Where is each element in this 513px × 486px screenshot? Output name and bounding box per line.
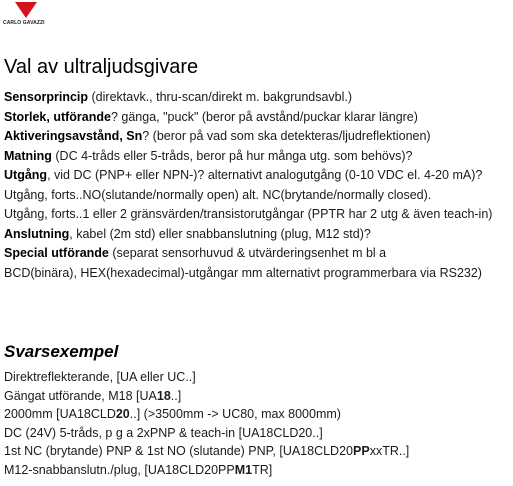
question-line: Sensorprincip (direktavk., thru-scan/dir… [4,88,512,108]
question-line: Matning (DC 4-tråds eller 5-tråds, beror… [4,147,512,167]
question-text: BCD(binära), HEX(hexadecimal)-utgångar m… [4,265,482,280]
question-line: Utgång, vid DC (PNP+ eller NPN-)? altern… [4,166,512,186]
example-text: ..] [170,388,182,403]
examples-heading: Svarsexempel [4,342,119,361]
example-text: ..] (>3500mm -> UC80, max 8000mm) [129,407,341,422]
question-text: , kabel (2m std) eller snabbanslutning (… [69,226,371,241]
example-text: 1st NC (brytande) PNP & 1st NO (slutande… [4,444,353,459]
question-keyword: Anslutning [4,226,70,241]
logo-text: CARLO GAVAZZI [3,20,45,26]
example-line: M12-snabbanslutn./plug, [UA18CLD20PPM1TR… [4,461,512,480]
question-line: Anslutning, kabel (2m std) eller snabban… [4,225,512,245]
example-highlight: 20 [115,407,130,422]
example-text: 2000mm [UA18CLD [4,407,116,422]
example-text: Gängat utförande, M18 [UA [4,388,157,403]
example-highlight: PP [353,444,370,459]
example-line: Direktreflekterande, [UA eller UC..] [4,368,512,387]
question-keyword: Utgång [4,168,48,182]
question-keyword: Aktiveringsavstånd, Sn [4,129,143,143]
example-highlight: 18 [156,388,171,403]
question-text: (DC 4-tråds eller 5-tråds, beror på hur … [51,148,413,163]
question-keyword: Sensorprincip [4,90,89,104]
question-text: (direktavk., thru-scan/direkt m. bakgrun… [88,90,353,104]
question-text: Utgång, forts..NO(slutande/normally open… [4,187,432,202]
question-text: ? gänga, "puck" (beror på avstånd/puckar… [110,109,418,124]
question-text: Utgång, forts..1 eller 2 gränsvärden/tra… [4,207,493,221]
example-text: Direktreflekterande, [UA eller UC..] [4,370,196,384]
example-line: 1st NC (brytande) PNP & 1st NO (slutande… [4,442,512,461]
logo-triangle-icon [15,2,37,18]
question-line: Utgång, forts..NO(slutande/normally open… [4,186,512,206]
carlo-gavazzi-logo: CARLO GAVAZZI [3,2,47,30]
question-text: ? (beror på vad som ska detekteras/ljudr… [142,129,431,143]
page-title: Val av ultraljudsgivare [4,56,199,78]
examples-list: Direktreflekterande, [UA eller UC..] Gäng… [4,368,512,480]
example-text: M12-snabbanslutn./plug, [UA18CLD20PP [4,462,235,477]
question-keyword: Special utförande [4,246,109,260]
question-line: Storlek, utförande? gänga, "puck" (beror… [4,108,512,128]
question-line: Utgång, forts..1 eller 2 gränsvärden/tra… [4,205,512,225]
question-keyword: Matning [4,148,52,163]
example-line: Gängat utförande, M18 [UA18..] [4,387,512,406]
question-line: Aktiveringsavstånd, Sn? (beror på vad so… [4,127,512,147]
example-text: TR] [252,462,273,477]
example-highlight: M1 [234,462,253,477]
question-line: Special utförande (separat sensorhuvud &… [4,244,512,264]
question-list: Sensorprincip (direktavk., thru-scan/dir… [4,88,512,283]
question-text: (separat sensorhuvud & utvärderingsenhet… [108,246,387,260]
example-text: xxTR..] [369,444,410,459]
example-line: 2000mm [UA18CLD20..] (>3500mm -> UC80, m… [4,405,512,424]
example-text: DC (24V) 5-tråds, p g a 2xPNP & teach-in… [4,425,323,440]
question-text: , vid DC (PNP+ eller NPN-)? alternativt … [47,168,483,182]
question-keyword: Storlek, utförande [4,109,111,124]
example-line: DC (24V) 5-tråds, p g a 2xPNP & teach-in… [4,424,512,443]
question-line: BCD(binära), HEX(hexadecimal)-utgångar m… [4,264,512,284]
